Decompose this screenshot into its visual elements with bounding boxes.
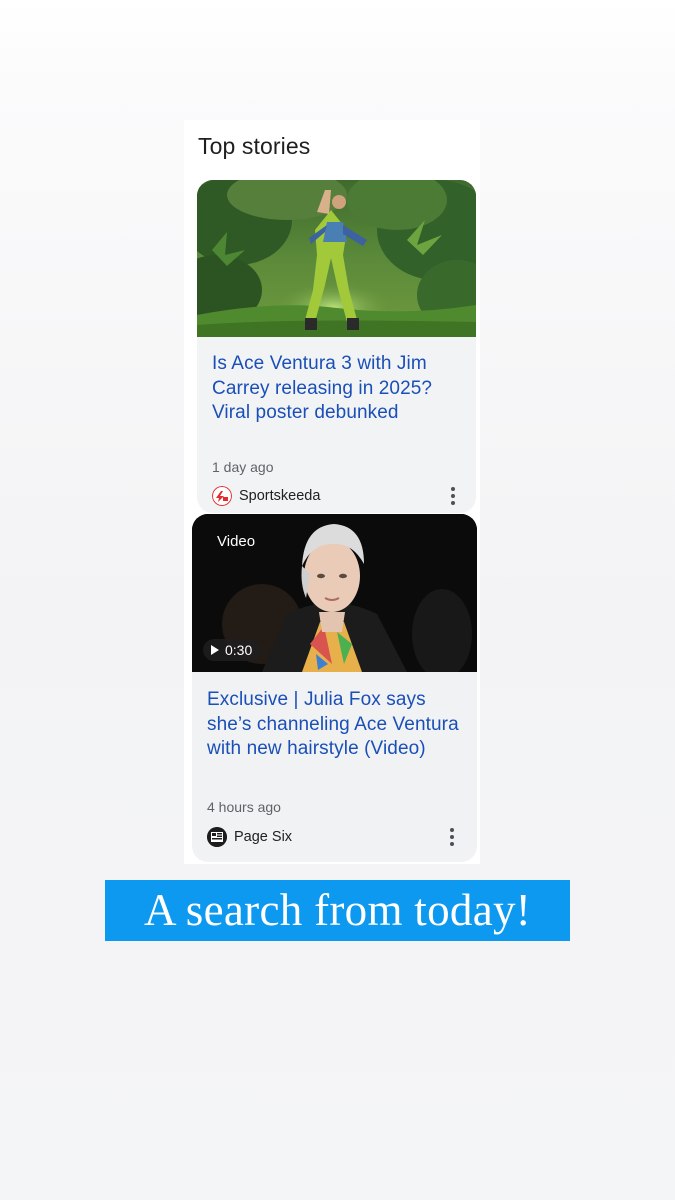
story-source[interactable]: Page Six [207, 827, 292, 847]
jungle-photo-icon [197, 180, 476, 337]
story-card-ace-ventura-3[interactable]: Is Ace Ventura 3 with Jim Carrey releasi… [197, 180, 476, 513]
top-stories-heading: Top stories [198, 133, 311, 159]
play-icon [211, 645, 219, 655]
more-options-icon[interactable] [444, 825, 460, 849]
story-source[interactable]: Sportskeeda [212, 486, 320, 506]
more-options-icon[interactable] [445, 484, 461, 508]
source-name: Page Six [234, 829, 293, 845]
caption-text: A search from today! [143, 885, 532, 935]
source-name: Sportskeeda [239, 488, 321, 504]
story-headline[interactable]: Exclusive | Julia Fox says she’s channel… [207, 688, 469, 762]
video-duration: 0:30 [225, 642, 253, 658]
video-label: Video [217, 533, 256, 550]
story-card-julia-fox[interactable]: Video 0:30 Exclusive | Julia Fox says sh… [192, 514, 477, 862]
story-headline[interactable]: Is Ace Ventura 3 with Jim Carrey releasi… [212, 352, 462, 426]
story-timestamp: 4 hours ago [207, 799, 281, 815]
video-duration-badge: 0:30 [203, 639, 262, 661]
sportskeeda-logo-icon [212, 486, 232, 506]
story-thumbnail-jungle[interactable] [197, 180, 476, 337]
story-timestamp: 1 day ago [212, 459, 274, 475]
page-six-logo-icon [207, 827, 227, 847]
caption-banner: A search from today! [105, 880, 570, 941]
story-thumbnail-video[interactable]: Video 0:30 [192, 514, 477, 672]
